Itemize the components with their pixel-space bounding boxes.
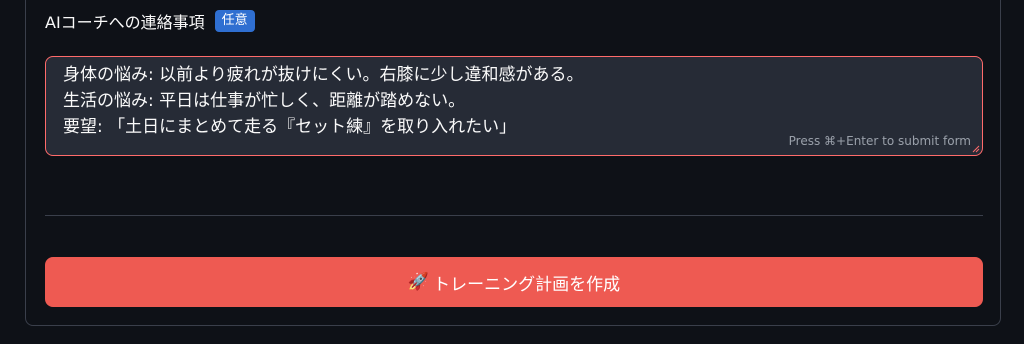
optional-badge: 任意	[214, 10, 255, 32]
divider	[45, 215, 983, 216]
field-label-text: AIコーチへの連絡事項	[45, 13, 205, 32]
submit-hint: Press ⌘+Enter to submit form	[788, 134, 971, 148]
textarea-line: 身体の悩み: 以前より疲れが抜けにくい。右膝に少し違和感がある。	[63, 65, 584, 85]
resize-handle-icon[interactable]	[972, 145, 980, 153]
field-label: AIコーチへの連絡事項 任意	[45, 8, 255, 34]
textarea-content[interactable]: 身体の悩み: 以前より疲れが抜けにくい。右膝に少し違和感がある。 生活の悩み: 平…	[63, 62, 968, 140]
submit-button-label: トレーニング計画を作成	[433, 274, 621, 295]
textarea-line: 生活の悩み: 平日は仕事が忙しく、距離が踏めない。	[63, 91, 466, 111]
coach-message-textarea[interactable]: 身体の悩み: 以前より疲れが抜けにくい。右膝に少し違和感がある。 生活の悩み: 平…	[45, 56, 983, 156]
rocket-icon: 🚀	[407, 272, 430, 292]
create-training-plan-button[interactable]: 🚀 トレーニング計画を作成	[45, 257, 983, 307]
